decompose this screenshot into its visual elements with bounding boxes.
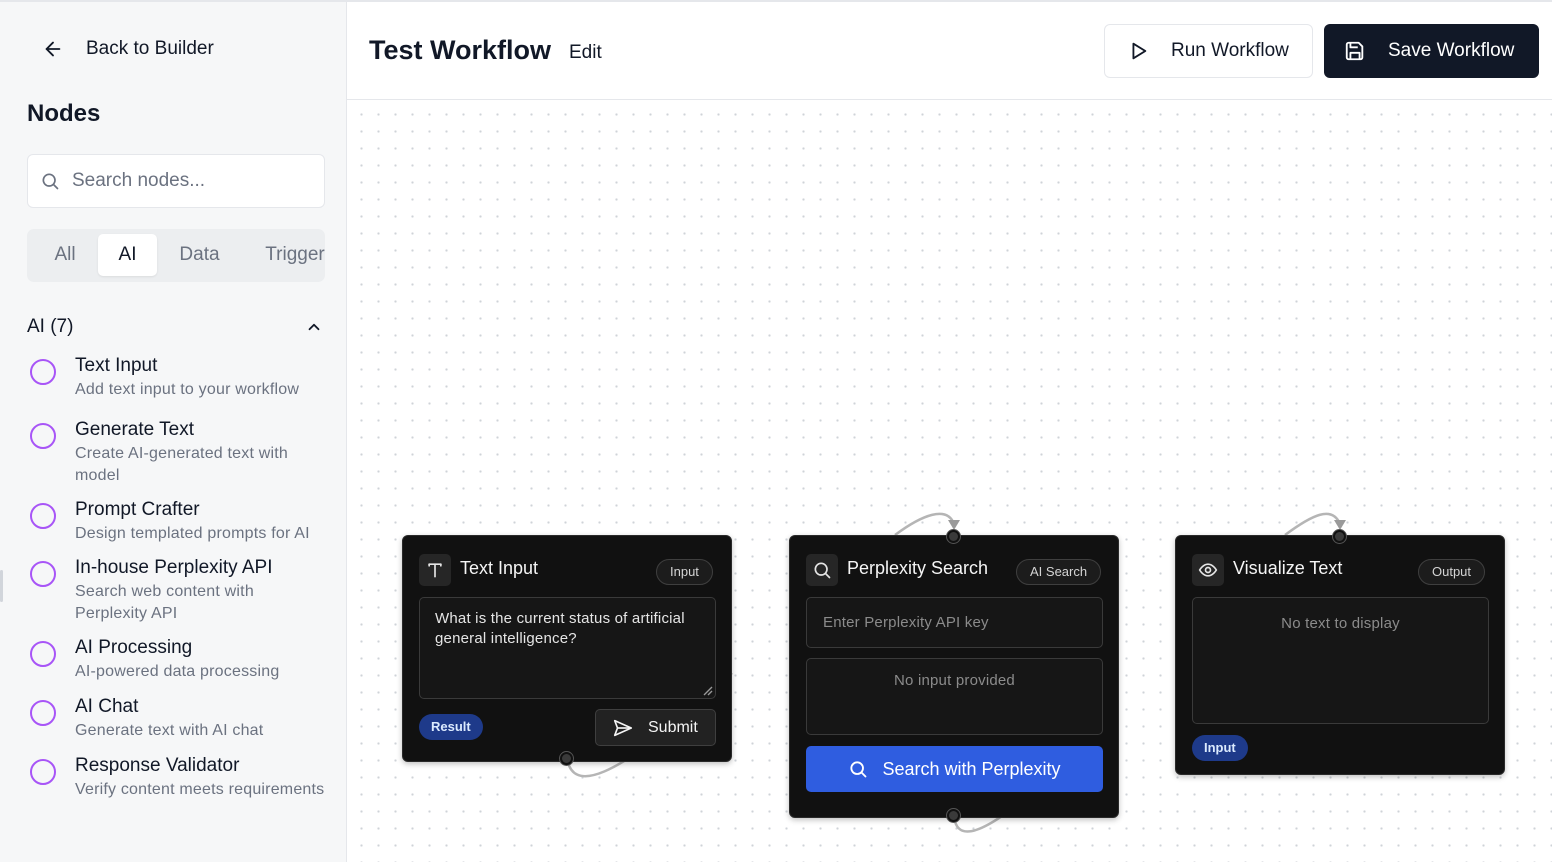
text-type-icon-box	[419, 554, 451, 586]
search-icon	[814, 562, 831, 579]
search-with-perplexity-button[interactable]: Search with Perplexity	[806, 746, 1103, 792]
node-type-badge: Output	[1418, 559, 1486, 585]
node-title: Perplexity Search	[847, 558, 989, 578]
node-type-icon	[30, 641, 56, 667]
node-name: AI Chat	[75, 696, 139, 717]
submit-button[interactable]: Submit	[595, 709, 716, 746]
node-title: Text Input	[460, 558, 539, 578]
workflow-title: Test Workflow	[369, 35, 552, 65]
node-description: Generate text with AI chat	[75, 722, 264, 739]
search-input[interactable]	[72, 170, 302, 192]
node-search	[27, 154, 325, 208]
node-type-icon	[30, 561, 56, 587]
node-type-icon	[30, 700, 56, 726]
node-description: Verify content meets requirements	[75, 781, 325, 798]
result-output-pill: Result	[419, 714, 483, 740]
group-label: AI (7)	[27, 316, 74, 337]
perplexity-output-handle[interactable]	[947, 809, 960, 822]
no-input-text: No input provided	[894, 672, 1015, 689]
send-icon	[613, 719, 633, 736]
input-pill: Input	[1192, 735, 1248, 761]
api-key-input[interactable]: Enter Perplexity API key	[806, 597, 1103, 648]
no-text-placeholder: No text to display	[1281, 615, 1400, 632]
search-button-label: Search with Perplexity	[882, 758, 1061, 779]
arrow-left-icon	[45, 41, 61, 57]
arrowhead-perplexity	[948, 520, 960, 530]
text-input-output-handle[interactable]	[560, 752, 573, 765]
ai-group-header[interactable]: AI (7)	[27, 316, 325, 338]
workflow-canvas[interactable]: Text Input Input What is the current sta…	[347, 100, 1552, 862]
text-input-textarea[interactable]: What is the current status of artificial…	[419, 597, 716, 699]
workflow-header: Test Workflow Edit Run Workflow Save Wor…	[347, 0, 1552, 100]
nodes-heading: Nodes	[27, 100, 101, 127]
node-description: AI-powered data processing	[75, 663, 280, 680]
node-name: Generate Text	[75, 419, 195, 440]
visualize-input-handle[interactable]	[1333, 530, 1346, 543]
node-type-badge: Input	[656, 559, 713, 585]
node-title: Visualize Text	[1233, 558, 1343, 578]
back-to-builder-link[interactable]: Back to Builder	[42, 38, 214, 60]
visualize-text-node[interactable]: Visualize Text Output No text to display…	[1175, 535, 1505, 775]
edit-title-button[interactable]: Edit	[569, 42, 602, 64]
node-type-icon	[30, 359, 56, 385]
tab-trigger[interactable]: Trigger	[255, 234, 325, 276]
tab-all[interactable]: All	[35, 234, 95, 276]
edge-perplexity-input-curve[interactable]	[894, 512, 956, 537]
node-type-icon	[30, 503, 56, 529]
node-description: Search web content with Perplexity API	[75, 583, 254, 622]
edge-visualize-input-curve[interactable]	[1284, 512, 1342, 537]
resize-handle-icon[interactable]	[701, 684, 713, 696]
search-type-icon-box	[806, 554, 838, 586]
node-type-badge: AI Search	[1016, 559, 1102, 585]
category-tabs: All AI Data Trigger	[27, 229, 325, 282]
node-name: In-house Perplexity API	[75, 557, 273, 578]
chevron-up-icon	[308, 323, 320, 331]
run-workflow-button[interactable]: Run Workflow	[1104, 24, 1313, 78]
text-input-node[interactable]: Text Input Input What is the current sta…	[402, 535, 732, 762]
play-icon	[1132, 42, 1147, 60]
node-name: Text Input	[75, 355, 158, 376]
tab-ai[interactable]: AI	[98, 234, 157, 276]
node-description: Design templated prompts for AI	[75, 525, 310, 542]
search-icon	[850, 761, 867, 778]
eye-icon	[1198, 563, 1218, 577]
node-name: AI Processing	[75, 637, 193, 658]
submit-label: Submit	[648, 718, 698, 736]
node-type-icon	[30, 423, 56, 449]
node-name: Prompt Crafter	[75, 499, 200, 520]
save-workflow-button[interactable]: Save Workflow	[1324, 24, 1539, 78]
sidebar-resize-handle[interactable]	[0, 570, 3, 602]
text-display-box: No text to display	[1192, 597, 1489, 724]
tab-data[interactable]: Data	[163, 234, 236, 276]
save-icon	[1345, 41, 1364, 61]
arrowhead-visualize	[1334, 520, 1346, 530]
eye-type-icon-box	[1192, 554, 1224, 586]
perplexity-search-node[interactable]: Perplexity Search AI Search Enter Perple…	[789, 535, 1119, 818]
node-description: Add text input to your workflow	[75, 381, 300, 398]
text-type-icon	[428, 563, 442, 578]
textarea-value: What is the current status of artificial…	[435, 610, 685, 647]
back-label: Back to Builder	[86, 38, 214, 59]
node-type-icon	[30, 759, 56, 785]
sidebar: Back to Builder Nodes All AI Data Trigge…	[0, 0, 347, 862]
node-description: Create AI-generated text with model	[75, 445, 289, 484]
search-icon	[42, 173, 59, 190]
input-preview-box: No input provided	[806, 658, 1103, 735]
run-label: Run Workflow	[1171, 40, 1289, 61]
node-name: Response Validator	[75, 755, 240, 776]
perplexity-input-handle[interactable]	[947, 530, 960, 543]
save-label: Save Workflow	[1388, 40, 1515, 61]
